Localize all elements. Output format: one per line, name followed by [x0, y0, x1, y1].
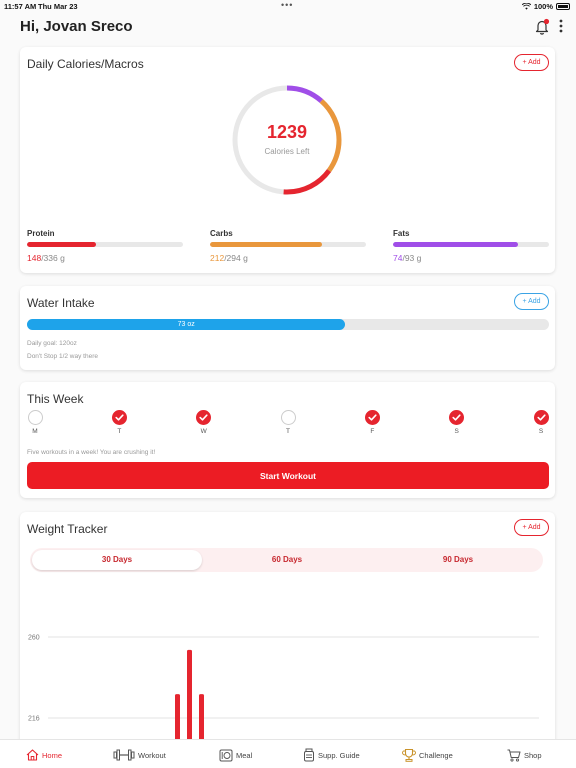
nav-challenge[interactable]: Challenge — [402, 748, 453, 762]
day-label: S — [454, 428, 459, 435]
day-empty-circle — [27, 410, 43, 425]
macro-progress-track — [210, 242, 366, 247]
status-bar: 11:57 AM Thu Mar 23 ••• 100% — [0, 0, 576, 12]
macro-amount: 148/336 g — [27, 253, 183, 263]
battery-icon — [556, 3, 570, 10]
nav-workout-label: Workout — [138, 750, 166, 760]
day-label: T — [286, 428, 290, 435]
supplement-jar-icon — [304, 748, 314, 762]
battery-percent: 100% — [533, 2, 553, 11]
macro-protein: Protein 148/336 g — [27, 229, 183, 263]
day-empty-circle — [280, 410, 296, 425]
home-icon — [26, 749, 39, 761]
macro-name: Fats — [393, 229, 410, 238]
calories-left-value: 1239 — [266, 122, 308, 142]
water-progress-fill: 73 oz — [27, 319, 346, 330]
day-label: T — [117, 428, 122, 435]
day-label: W — [200, 428, 207, 435]
macro-total: /336 g — [41, 253, 65, 263]
nav-supp-guide-label: Supp. Guide — [318, 750, 360, 760]
macro-progress-track — [27, 242, 183, 247]
day-check-icon — [196, 410, 212, 425]
week-message: Five workouts in a week! You are crushin… — [27, 449, 156, 456]
macro-current: 212 — [210, 253, 225, 263]
y-tick-label: 260 — [28, 635, 40, 642]
calories-left-label: Calories Left — [264, 147, 310, 156]
macro-current: 148 — [27, 253, 42, 263]
macro-progress-fill — [27, 242, 96, 247]
weight-chart: 260 216 — [28, 635, 539, 748]
start-workout-button[interactable]: Start Workout — [27, 462, 549, 489]
multitask-dots-icon[interactable]: ••• — [281, 0, 293, 10]
add-water-button[interactable]: + Add — [514, 293, 549, 310]
water-card-title: Water Intake — [27, 296, 95, 310]
nav-home[interactable]: Home — [26, 748, 62, 762]
macro-fats: Fats 74/93 g — [393, 229, 549, 263]
weight-bar[interactable] — [187, 649, 192, 748]
macro-name: Protein — [27, 229, 55, 238]
nav-challenge-label: Challenge — [419, 750, 453, 760]
y-tick-label: 216 — [28, 716, 40, 723]
macro-name: Carbs — [210, 229, 233, 238]
status-time: 11:57 AM — [4, 2, 37, 11]
nav-meal[interactable]: Meal — [219, 748, 252, 762]
trophy-icon — [402, 748, 416, 762]
cart-icon — [507, 749, 521, 762]
status-date: Thu Mar 23 — [38, 2, 78, 11]
macro-amount: 74/93 g — [393, 253, 549, 263]
status-right: 100% — [521, 2, 570, 11]
nav-workout[interactable]: Workout — [113, 748, 166, 762]
wifi-icon — [521, 3, 531, 10]
macro-progress-track — [393, 242, 549, 247]
day-indicator[interactable]: F — [363, 410, 381, 435]
macro-progress-fill — [393, 242, 518, 247]
water-intake-card: Water Intake + Add 73 oz Daily goal: 120… — [20, 286, 555, 370]
day-indicator[interactable]: W — [195, 410, 213, 435]
day-indicator[interactable]: S — [448, 410, 466, 435]
meal-icon — [219, 749, 233, 761]
more-menu-icon[interactable] — [558, 19, 564, 33]
weight-tracker-card: Weight Tracker + Add 30 Days 60 Days 90 … — [20, 512, 555, 748]
day-label: S — [538, 428, 544, 435]
day-indicator[interactable]: T — [279, 410, 297, 435]
nav-meal-label: Meal — [236, 750, 253, 760]
week-card-title: This Week — [27, 392, 84, 406]
day-check-icon — [449, 410, 465, 425]
nav-supp-guide[interactable]: Supp. Guide — [303, 748, 360, 762]
day-label: F — [370, 428, 375, 435]
water-goal-text: Daily goal: 120oz — [27, 340, 77, 347]
dumbbell-icon — [113, 749, 135, 761]
header: Hi, Jovan Sreco — [20, 16, 564, 38]
nav-home-label: Home — [42, 750, 63, 760]
day-check-icon — [111, 410, 127, 425]
nav-shop[interactable]: Shop — [507, 748, 542, 762]
greeting-title: Hi, Jovan Sreco — [20, 18, 133, 35]
macro-total: /93 g — [402, 253, 422, 263]
nav-shop-label: Shop — [524, 750, 542, 760]
macros-card-title: Daily Calories/Macros — [27, 57, 144, 71]
day-indicator[interactable]: M — [26, 410, 44, 435]
this-week-card: This Week M T W T F S S Five workouts in a wee… — [20, 382, 555, 498]
macro-amount: 212/294 g — [210, 253, 366, 263]
calories-macros-card: Daily Calories/Macros + Add 1239 Calorie… — [20, 47, 555, 273]
day-check-icon — [533, 410, 549, 425]
day-indicator[interactable]: S — [532, 410, 550, 435]
macro-total: /294 g — [224, 253, 248, 263]
macro-progress-fill — [210, 242, 323, 247]
notification-bell-icon[interactable] — [534, 18, 550, 36]
day-check-icon — [364, 410, 380, 425]
water-progress-track: 73 oz — [27, 319, 549, 330]
day-indicator[interactable]: T — [110, 410, 128, 435]
water-encourage-text: Don't Stop 1/2 way there — [27, 353, 98, 360]
add-calories-button[interactable]: + Add — [514, 54, 549, 71]
macro-carbs: Carbs 212/294 g — [210, 229, 366, 263]
bottom-nav: Home Workout Meal Supp. Guide Challenge … — [0, 739, 576, 768]
day-label: M — [32, 428, 38, 435]
